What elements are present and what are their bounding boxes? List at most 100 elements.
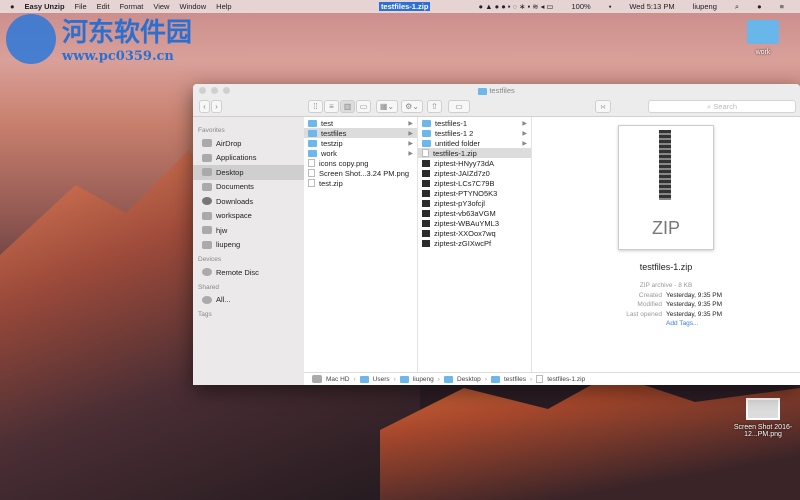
file-row[interactable]: test.zip <box>304 178 417 188</box>
sidebar-label: All... <box>216 295 231 305</box>
notification-center-icon[interactable]: ≡ <box>780 2 784 11</box>
path-item[interactable]: testfiles <box>504 376 526 383</box>
search-placeholder: Search <box>713 102 738 111</box>
finder-window: testfiles ‹ › ⁞⁞ ≡ ▥ ▭ ▦⌄ ⚙⌄ ⇧ ▭ ›‹ ⌕ Se… <box>193 84 800 385</box>
meta-key: Created <box>638 291 662 299</box>
meta-value: Yesterday, 9:35 PM <box>666 291 723 299</box>
file-row[interactable]: testfiles-1.zip <box>418 148 531 158</box>
tags-button[interactable]: ▭ <box>448 100 470 113</box>
add-tags-link[interactable]: Add Tags... <box>666 320 736 330</box>
sidebar-item-desktop[interactable]: Desktop <box>193 165 304 180</box>
file-row[interactable]: untitled folder ▶ <box>418 138 531 148</box>
airdrop-icon <box>202 139 212 148</box>
path-item[interactable]: testfiles-1.zip <box>547 376 585 383</box>
column-view-button[interactable]: ▥ <box>340 100 355 113</box>
menu-window[interactable]: Window <box>179 2 206 11</box>
file-name: work <box>321 148 337 158</box>
desktop-icon <box>202 168 212 177</box>
file-name: untitled folder <box>435 138 481 148</box>
file-row[interactable]: Screen Shot...3.24 PM.png <box>304 168 417 178</box>
file-row[interactable]: test ▶ <box>304 118 417 128</box>
file-name: testfiles-1.zip <box>433 148 477 158</box>
menu-format[interactable]: Format <box>120 2 144 11</box>
sidebar-item-downloads[interactable]: Downloads <box>193 194 304 209</box>
file-row[interactable]: work ▶ <box>304 148 417 158</box>
file-row[interactable]: ziptest-PTYNO5K3 <box>418 188 531 198</box>
siri-icon[interactable]: ● <box>757 2 762 11</box>
path-item[interactable]: liupeng <box>413 376 434 383</box>
menu-edit[interactable]: Edit <box>97 2 110 11</box>
menu-view[interactable]: View <box>153 2 169 11</box>
desktop-icon-work[interactable]: work <box>728 20 798 56</box>
file-row[interactable]: icons copy.png <box>304 158 417 168</box>
back-button[interactable]: ‹ <box>199 100 210 113</box>
status-icons[interactable]: ● ▲ ● ● ▪ ◌ ∗ ▪ ≋ ◂ ▭ <box>478 2 553 11</box>
apple-menu-icon[interactable]: ● <box>10 2 15 11</box>
battery-percent[interactable]: 100% <box>572 2 591 11</box>
forward-button[interactable]: › <box>211 100 222 113</box>
zip-icon <box>308 179 315 187</box>
path-item[interactable]: Desktop <box>457 376 481 383</box>
file-row[interactable]: ziptest-XXOox7wq <box>418 228 531 238</box>
file-row[interactable]: testfiles-1 2 ▶ <box>418 128 531 138</box>
close-button[interactable] <box>199 87 206 94</box>
meta-value: Yesterday, 9:35 PM <box>666 310 723 318</box>
folder-icon <box>308 129 317 137</box>
preview-kind: ZIP archive - 8 KB <box>639 282 693 289</box>
sidebar-item-all[interactable]: All... <box>193 293 304 308</box>
extension-button[interactable]: ›‹ <box>595 100 611 113</box>
list-view-button[interactable]: ≡ <box>324 100 339 113</box>
action-gear-button[interactable]: ⚙⌄ <box>401 100 423 113</box>
title-bar[interactable]: testfiles <box>193 84 800 97</box>
file-row[interactable]: ziptest-WBAuYML3 <box>418 218 531 228</box>
flag-icon[interactable]: ▪ <box>609 2 612 11</box>
home-icon <box>202 240 212 249</box>
menu-help[interactable]: Help <box>216 2 231 11</box>
preview-row-opened: Last opened Yesterday, 9:35 PM <box>532 311 800 321</box>
file-row[interactable]: ziptest-pY3ofcjl <box>418 198 531 208</box>
menu-file[interactable]: File <box>75 2 87 11</box>
sidebar-item-workspace[interactable]: workspace <box>193 209 304 224</box>
file-row[interactable]: ziptest-JAIZd7z0 <box>418 168 531 178</box>
sidebar-item-documents[interactable]: Documents <box>193 180 304 195</box>
file-row[interactable]: testfiles-1 ▶ <box>418 118 531 128</box>
share-button[interactable]: ⇧ <box>427 100 442 113</box>
executable-icon <box>422 229 430 237</box>
disc-icon <box>202 268 212 277</box>
file-row[interactable]: ziptest-zGIXwcPf <box>418 238 531 248</box>
zoom-button[interactable] <box>223 87 230 94</box>
image-icon <box>308 169 315 177</box>
search-field[interactable]: ⌕ Search <box>648 100 796 113</box>
icon-view-button[interactable]: ⁞⁞ <box>308 100 323 113</box>
file-row[interactable]: ziptest-HNyy73dA <box>418 158 531 168</box>
zip-icon <box>536 375 544 383</box>
executable-icon <box>422 189 430 197</box>
sidebar-header-devices: Devices <box>198 256 222 263</box>
sidebar-item-applications[interactable]: Applications <box>193 151 304 166</box>
file-row[interactable]: ziptest-vb63aVGM <box>418 208 531 218</box>
minimize-button[interactable] <box>211 87 218 94</box>
sidebar-item-hjw[interactable]: hjw <box>193 223 304 238</box>
sidebar-label: Remote Disc <box>216 267 259 277</box>
path-item[interactable]: Users <box>373 376 390 383</box>
gallery-view-button[interactable]: ▭ <box>356 100 371 113</box>
sidebar-label: liupeng <box>216 240 241 250</box>
path-item[interactable]: Mac HD <box>326 376 349 383</box>
file-name: testfiles-1 2 <box>435 128 474 138</box>
file-row[interactable]: ziptest-LCs7C79B <box>418 178 531 188</box>
sidebar-item-airdrop[interactable]: AirDrop <box>193 136 304 151</box>
sidebar-item-remote-disc[interactable]: Remote Disc <box>193 265 304 280</box>
clock[interactable]: Wed 5:13 PM <box>629 2 674 11</box>
file-row[interactable]: testzip ▶ <box>304 138 417 148</box>
arrange-button[interactable]: ▦⌄ <box>376 100 398 113</box>
file-name: test <box>321 118 334 128</box>
spotlight-icon[interactable]: ⌕ <box>735 2 739 12</box>
sidebar-label: Applications <box>216 153 257 163</box>
file-row[interactable]: testfiles ▶ <box>304 128 417 138</box>
user-menu[interactable]: liupeng <box>693 2 717 11</box>
sidebar-item-liupeng[interactable]: liupeng <box>193 238 304 253</box>
desktop-icon-screenshot[interactable]: Screen Shot 2016-12...PM.png <box>728 398 798 438</box>
app-menu[interactable]: Easy Unzip <box>25 2 65 11</box>
folder-icon <box>478 87 488 95</box>
file-name: Screen Shot...3.24 PM.png <box>319 168 410 178</box>
